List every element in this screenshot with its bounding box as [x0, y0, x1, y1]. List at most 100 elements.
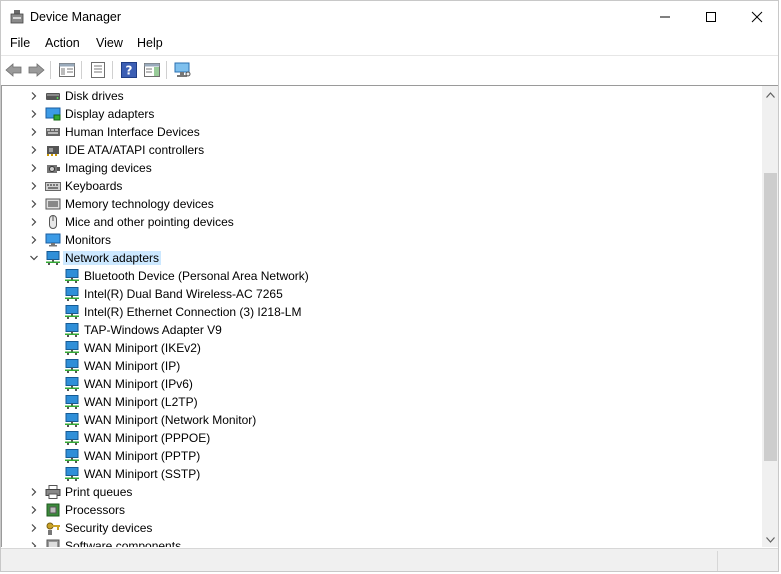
scan-hardware-icon [174, 62, 191, 77]
chevron-right-icon [31, 542, 37, 547]
properties-icon [91, 62, 105, 78]
chevron-down-icon [30, 255, 38, 261]
expand-toggle[interactable] [28, 144, 40, 156]
title-bar[interactable]: Device Manager [1, 1, 778, 33]
network-adapter-icon [46, 251, 60, 265]
tree-device[interactable]: TAP-Windows Adapter V9 [2, 321, 762, 339]
tree-category[interactable]: Security devices [2, 519, 762, 537]
collapse-toggle[interactable] [28, 252, 40, 264]
tree-node-label: IDE ATA/ATAPI controllers [65, 143, 205, 157]
chevron-right-icon [31, 146, 37, 154]
chevron-right-icon [31, 218, 37, 226]
hid-icon [46, 128, 60, 136]
minimize-button[interactable] [642, 1, 688, 33]
network-adapter-icon [65, 377, 79, 391]
tree-category[interactable]: Print queues [2, 483, 762, 501]
tree-category[interactable]: Monitors [2, 231, 762, 249]
tree-node-label: Human Interface Devices [65, 125, 200, 139]
tree-category[interactable]: IDE ATA/ATAPI controllers [2, 141, 762, 159]
tree-device[interactable]: WAN Miniport (PPTP) [2, 447, 762, 465]
expand-toggle[interactable] [28, 198, 40, 210]
tree-category[interactable]: Network adapters [2, 249, 762, 267]
tree-device[interactable]: WAN Miniport (SSTP) [2, 465, 762, 483]
tree-device[interactable]: WAN Miniport (IP) [2, 357, 762, 375]
tree-device[interactable]: WAN Miniport (IPv6) [2, 375, 762, 393]
chevron-down-icon [766, 536, 775, 543]
menu-view[interactable]: View [96, 36, 123, 50]
expand-toggle[interactable] [28, 108, 40, 120]
expand-toggle[interactable] [28, 522, 40, 534]
display-adapter-icon [45, 107, 61, 121]
forward-button[interactable] [26, 60, 46, 80]
tree-category[interactable]: Keyboards [2, 177, 762, 195]
tree-category[interactable]: Software components [2, 537, 762, 547]
disk-drive-icon [46, 93, 60, 100]
device-tree-pane[interactable]: Disk drives Display adapters Human Interfa… [1, 85, 778, 547]
back-button[interactable] [4, 60, 24, 80]
expand-toggle[interactable] [28, 540, 40, 547]
tree-node-label: WAN Miniport (SSTP) [84, 467, 201, 481]
expand-toggle[interactable] [28, 180, 40, 192]
expand-toggle[interactable] [28, 504, 40, 516]
mouse-icon [49, 215, 57, 229]
action-pane-button[interactable] [142, 60, 162, 80]
show-hide-console-tree-button[interactable] [57, 60, 77, 80]
vertical-scrollbar[interactable] [762, 86, 778, 547]
tree-node-label: TAP-Windows Adapter V9 [84, 323, 222, 337]
tree-category[interactable]: Imaging devices [2, 159, 762, 177]
tree-device[interactable]: WAN Miniport (Network Monitor) [2, 411, 762, 429]
expand-toggle[interactable] [28, 234, 40, 246]
expand-toggle[interactable] [28, 162, 40, 174]
expand-toggle[interactable] [28, 486, 40, 498]
chevron-right-icon [31, 524, 37, 532]
tree-device[interactable]: Intel(R) Dual Band Wireless-AC 7265 [2, 285, 762, 303]
tree-category[interactable]: Processors [2, 501, 762, 519]
tree-node-label: Imaging devices [65, 161, 152, 175]
properties-button[interactable] [88, 60, 108, 80]
processor-icon [46, 503, 60, 517]
tree-category[interactable]: Mice and other pointing devices [2, 213, 762, 231]
network-adapter-icon [65, 395, 79, 409]
tree-device[interactable]: WAN Miniport (L2TP) [2, 393, 762, 411]
scan-hardware-button[interactable] [173, 60, 193, 80]
network-adapter-icon [65, 413, 79, 427]
maximize-button[interactable] [688, 1, 734, 33]
tree-node-label: WAN Miniport (PPTP) [84, 449, 201, 463]
tree-category[interactable]: Human Interface Devices [2, 123, 762, 141]
tree-device[interactable]: Intel(R) Ethernet Connection (3) I218-LM [2, 303, 762, 321]
tree-node-label: Network adapters [63, 251, 162, 265]
close-button[interactable] [734, 1, 778, 33]
tree-category[interactable]: Disk drives [2, 87, 762, 105]
console-tree-icon [59, 63, 75, 77]
scroll-up-button[interactable] [762, 86, 778, 103]
keyboard-icon [45, 182, 61, 191]
tree-node-label: Keyboards [65, 179, 123, 193]
chevron-up-icon [766, 91, 775, 98]
tree-node-label: WAN Miniport (IPv6) [84, 377, 193, 391]
chevron-right-icon [31, 236, 37, 244]
chevron-right-icon [31, 110, 37, 118]
scroll-down-button[interactable] [762, 531, 778, 547]
menu-file[interactable]: File [10, 36, 30, 50]
help-button[interactable]: ? [119, 60, 139, 80]
chevron-right-icon [31, 488, 37, 496]
window-title: Device Manager [30, 10, 122, 24]
tree-node-label: Mice and other pointing devices [65, 215, 234, 229]
scrollbar-thumb[interactable] [764, 173, 777, 461]
status-bar-divider [717, 551, 718, 571]
menu-action[interactable]: Action [45, 36, 80, 50]
tree-device[interactable]: WAN Miniport (IKEv2) [2, 339, 762, 357]
tree-device[interactable]: WAN Miniport (PPPOE) [2, 429, 762, 447]
software-component-icon [46, 539, 60, 547]
network-adapter-icon [65, 467, 79, 481]
expand-toggle[interactable] [28, 216, 40, 228]
tree-node-label: WAN Miniport (L2TP) [84, 395, 198, 409]
expand-toggle[interactable] [28, 90, 40, 102]
expand-toggle[interactable] [28, 126, 40, 138]
network-adapter-icon [65, 305, 79, 319]
tree-device[interactable]: Bluetooth Device (Personal Area Network) [2, 267, 762, 285]
menu-help[interactable]: Help [137, 36, 163, 50]
tree-category[interactable]: Display adapters [2, 105, 762, 123]
tree-node-label: WAN Miniport (Network Monitor) [84, 413, 257, 427]
tree-category[interactable]: Memory technology devices [2, 195, 762, 213]
